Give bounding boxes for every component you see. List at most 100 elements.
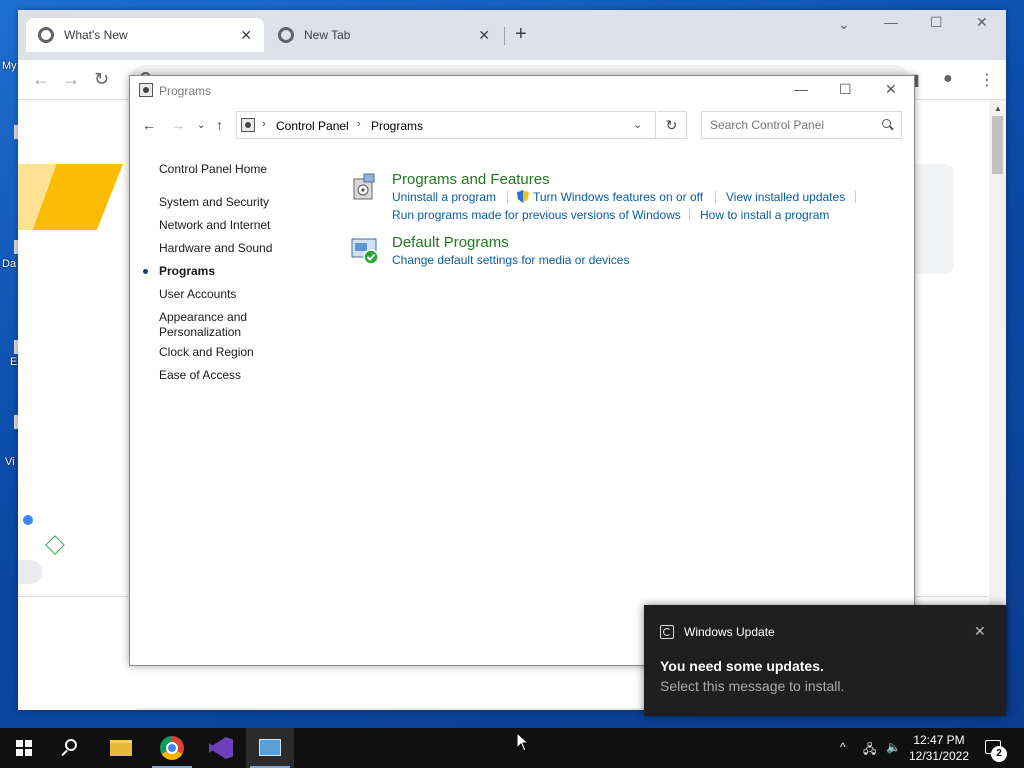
control-panel-icon: [139, 83, 153, 97]
tab-new-tab[interactable]: New Tab ✕: [266, 18, 502, 52]
compatibility-programs-link[interactable]: Run programs made for previous versions …: [392, 208, 681, 222]
sidebar-item-hardware-sound[interactable]: Hardware and Sound: [159, 241, 309, 256]
chrome-favicon-icon: [38, 27, 54, 43]
windows-features-link-text: Turn Windows features on or off: [533, 190, 704, 204]
reload-icon[interactable]: ↻: [94, 69, 109, 90]
close-tab-icon[interactable]: ✕: [478, 27, 490, 44]
sidebar-item-ease-of-access[interactable]: Ease of Access: [159, 368, 309, 383]
breadcrumb-chevron-icon[interactable]: ›: [357, 118, 361, 130]
search-input[interactable]: [701, 111, 902, 139]
forward-arrow-icon[interactable]: →: [62, 69, 80, 90]
sidebar-item-clock-region[interactable]: Clock and Region: [159, 345, 309, 360]
start-button[interactable]: [0, 728, 48, 768]
desktop-icon-label[interactable]: Da: [2, 258, 16, 270]
profile-icon[interactable]: ●: [943, 70, 953, 88]
cursor-arrow-icon: [517, 733, 529, 752]
view-updates-link[interactable]: View installed updates: [726, 190, 845, 204]
close-window-icon[interactable]: ✕: [976, 14, 988, 31]
maximize-icon[interactable]: ☐: [930, 14, 943, 31]
desktop-icon-label[interactable]: E: [10, 356, 17, 368]
recent-locations-chevron-icon[interactable]: ⌄: [197, 120, 205, 131]
windows-update-notification[interactable]: Windows Update ✕ You need some updates. …: [644, 605, 1006, 716]
default-programs-heading[interactable]: Default Programs: [392, 234, 509, 251]
scroll-up-arrow-icon[interactable]: ▲: [994, 104, 1002, 113]
control-panel-window: Programs — ☐ ✕ ← → ⌄ ↑ › Control Panel ›…: [129, 75, 915, 666]
change-default-settings-link[interactable]: Change default settings for media or dev…: [392, 253, 629, 267]
tab-label: What's New: [64, 28, 128, 42]
menu-kebab-icon[interactable]: ⋮: [979, 70, 995, 90]
close-tab-icon[interactable]: ✕: [240, 27, 252, 44]
sidebar-item-appearance[interactable]: Appearance and Personalization: [159, 310, 259, 340]
taskbar-clock[interactable]: 12:47 PM 12/31/2022: [906, 732, 972, 764]
tab-strip: What's New ✕ New Tab ✕ + ⌄ — ☐ ✕: [18, 10, 1006, 60]
scrollbar-thumb[interactable]: [992, 116, 1003, 174]
desktop-icon-label[interactable]: My: [2, 60, 17, 72]
notification-body: Select this message to install.: [660, 678, 845, 694]
sidebar-item-network-internet[interactable]: Network and Internet: [159, 218, 309, 233]
show-hidden-icons-chevron-icon[interactable]: ^: [840, 740, 846, 754]
address-bar[interactable]: › Control Panel › Programs ⌄: [236, 111, 656, 139]
how-to-install-link[interactable]: How to install a program: [700, 208, 829, 222]
default-programs-icon: [351, 238, 379, 265]
link-separator: [855, 191, 856, 203]
up-arrow-icon[interactable]: ↑: [216, 117, 223, 133]
current-page-bullet-icon: [143, 269, 148, 274]
windows-features-link[interactable]: Turn Windows features on or off: [517, 190, 703, 204]
search-icon: [65, 739, 77, 751]
windows-logo-icon: [16, 740, 32, 756]
taskbar-file-explorer[interactable]: [98, 728, 146, 768]
minimize-icon[interactable]: —: [884, 14, 898, 30]
close-icon[interactable]: ✕: [974, 623, 986, 640]
control-panel-icon: [259, 739, 281, 756]
navigation-bar: ← → ⌄ ↑ › Control Panel › Programs ⌄ ↻: [130, 109, 914, 141]
taskbar-chrome[interactable]: [148, 728, 196, 768]
decorative-dot: [23, 515, 33, 525]
folder-icon: [110, 740, 132, 756]
control-panel-icon: [241, 118, 255, 132]
clock-time: 12:47 PM: [913, 733, 965, 747]
tab-separator: [504, 27, 505, 45]
visual-studio-icon: [209, 737, 233, 759]
tab-search-chevron-icon[interactable]: ⌄: [838, 16, 850, 33]
tab-whats-new[interactable]: What's New ✕: [26, 18, 264, 52]
taskbar-control-panel[interactable]: [246, 728, 294, 768]
window-title: Programs: [159, 84, 212, 98]
link-separator: [689, 209, 690, 221]
notification-count-badge: 2: [991, 746, 1007, 762]
sidebar-item-system-security[interactable]: System and Security: [159, 195, 309, 210]
link-separator: [715, 191, 716, 203]
forward-arrow-icon[interactable]: →: [171, 117, 185, 133]
programs-features-heading[interactable]: Programs and Features: [392, 171, 550, 188]
maximize-icon[interactable]: ☐: [839, 81, 852, 98]
close-window-icon[interactable]: ✕: [885, 81, 897, 98]
back-arrow-icon[interactable]: ←: [142, 117, 156, 133]
uac-shield-icon: [517, 190, 529, 203]
desktop-icon-label[interactable]: Vi: [5, 456, 15, 468]
address-dropdown-icon[interactable]: ⌄: [633, 118, 642, 131]
taskbar-search-button[interactable]: [48, 728, 96, 768]
breadcrumb-chevron-icon[interactable]: ›: [262, 118, 266, 130]
uninstall-program-link[interactable]: Uninstall a program: [392, 190, 496, 204]
clock-date: 12/31/2022: [908, 749, 970, 763]
sidebar-item-user-accounts[interactable]: User Accounts: [159, 287, 309, 302]
title-bar[interactable]: Programs — ☐ ✕: [130, 76, 914, 106]
sidebar-item-programs: Programs: [159, 264, 216, 278]
back-arrow-icon[interactable]: ←: [32, 69, 50, 90]
network-icon[interactable]: 🖧: [863, 740, 876, 761]
tab-label: New Tab: [304, 28, 351, 42]
breadcrumb-control-panel[interactable]: Control Panel: [276, 119, 349, 133]
breadcrumb-programs[interactable]: Programs: [371, 119, 423, 133]
taskbar-visual-studio[interactable]: [197, 728, 245, 768]
taskbar: ^ 🖧 🔈 12:47 PM 12/31/2022 2: [0, 728, 1024, 768]
notification-title: You need some updates.: [660, 658, 824, 674]
chrome-favicon-icon: [278, 27, 294, 43]
windows-update-icon: [660, 625, 674, 639]
minimize-icon[interactable]: —: [794, 81, 808, 97]
sidebar-item-home[interactable]: Control Panel Home: [159, 162, 309, 177]
volume-icon[interactable]: 🔈: [886, 740, 901, 754]
new-tab-plus-icon[interactable]: +: [515, 23, 527, 46]
link-separator: [507, 191, 508, 203]
refresh-button[interactable]: ↻: [657, 111, 687, 139]
search-icon: [882, 119, 891, 128]
programs-features-icon: [353, 173, 375, 200]
